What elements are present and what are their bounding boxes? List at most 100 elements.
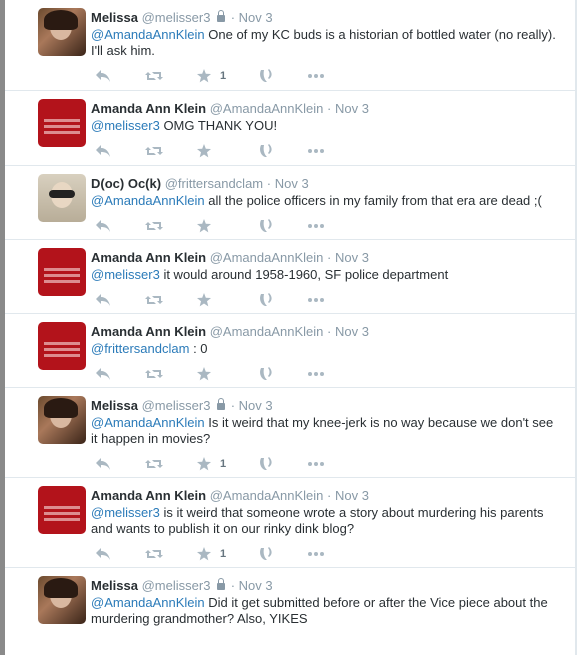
favorite-count: 1: [220, 548, 227, 561]
author-handle[interactable]: @AmandaAnnKlein: [210, 250, 324, 265]
reply-icon[interactable]: [95, 545, 111, 561]
mention-link[interactable]: @melisser3: [91, 505, 160, 520]
reply-icon[interactable]: [95, 291, 111, 307]
avatar[interactable]: [38, 8, 86, 56]
author-name[interactable]: Melissa: [91, 398, 138, 413]
reply-icon[interactable]: [95, 67, 111, 83]
tweet-body: : 0: [189, 341, 208, 356]
tweet-item[interactable]: Melissa @melisser3 · Nov 3 @AmandaAnnKle…: [5, 388, 575, 478]
vine-icon[interactable]: [259, 291, 273, 307]
mention-link[interactable]: @frittersandclam: [91, 341, 189, 356]
separator: ·: [327, 250, 332, 265]
tweet-body: it would around 1958-1960, SF police dep…: [159, 267, 449, 282]
tweet-text: @AmandaAnnKlein Is it weird that my knee…: [91, 415, 561, 447]
tweet-header: D(oc) Oc(k) @frittersandclam · Nov 3: [91, 176, 309, 191]
reply-icon[interactable]: [95, 365, 111, 381]
avatar[interactable]: [38, 174, 86, 222]
more-icon[interactable]: [307, 142, 325, 158]
timestamp[interactable]: Nov 3: [239, 398, 273, 413]
separator: ·: [266, 176, 272, 191]
vine-icon[interactable]: [259, 217, 273, 233]
retweet-icon[interactable]: [145, 217, 163, 233]
author-handle[interactable]: @AmandaAnnKlein: [210, 324, 324, 339]
vine-icon[interactable]: [259, 365, 273, 381]
more-icon[interactable]: [307, 291, 325, 307]
author-name[interactable]: Melissa: [91, 10, 138, 25]
reply-icon[interactable]: [95, 455, 111, 471]
author-name[interactable]: Amanda Ann Klein: [91, 488, 206, 503]
tweet-body: is it weird that someone wrote a story a…: [91, 505, 544, 536]
avatar[interactable]: [38, 99, 86, 147]
favorite-button[interactable]: [197, 365, 220, 381]
timestamp[interactable]: Nov 3: [275, 176, 309, 191]
tweet-item[interactable]: Amanda Ann Klein @AmandaAnnKlein · Nov 3…: [5, 478, 575, 568]
retweet-icon[interactable]: [145, 545, 163, 561]
tweet-item[interactable]: Melissa @melisser3 · Nov 3 @AmandaAnnKle…: [5, 568, 575, 655]
favorite-button[interactable]: 1: [197, 67, 226, 83]
author-handle[interactable]: @melisser3: [142, 10, 211, 25]
timestamp[interactable]: Nov 3: [335, 488, 369, 503]
mention-link[interactable]: @melisser3: [91, 118, 160, 133]
mention-link[interactable]: @AmandaAnnKlein: [91, 595, 205, 610]
timestamp[interactable]: Nov 3: [239, 10, 273, 25]
reply-icon[interactable]: [95, 217, 111, 233]
tweet-item[interactable]: Amanda Ann Klein @AmandaAnnKlein · Nov 3…: [5, 240, 575, 314]
timestamp[interactable]: Nov 3: [335, 324, 369, 339]
retweet-icon[interactable]: [145, 67, 163, 83]
reply-icon[interactable]: [95, 142, 111, 158]
author-handle[interactable]: @frittersandclam: [165, 176, 263, 191]
favorite-button[interactable]: [197, 142, 220, 158]
favorite-button[interactable]: [197, 291, 220, 307]
tweet-text: @frittersandclam : 0: [91, 341, 561, 357]
star-icon: [197, 547, 211, 561]
author-name[interactable]: D(oc) Oc(k): [91, 176, 161, 191]
avatar[interactable]: [38, 396, 86, 444]
author-handle[interactable]: @AmandaAnnKlein: [210, 101, 324, 116]
vine-icon[interactable]: [259, 142, 273, 158]
more-icon[interactable]: [307, 217, 325, 233]
more-icon[interactable]: [307, 365, 325, 381]
author-name[interactable]: Amanda Ann Klein: [91, 324, 206, 339]
author-name[interactable]: Melissa: [91, 578, 138, 593]
vine-icon[interactable]: [259, 545, 273, 561]
tweet-item[interactable]: Amanda Ann Klein @AmandaAnnKlein · Nov 3…: [5, 91, 575, 166]
author-handle[interactable]: @melisser3: [142, 398, 211, 413]
retweet-icon[interactable]: [145, 291, 163, 307]
favorite-button[interactable]: 1: [197, 545, 226, 561]
avatar[interactable]: [38, 248, 86, 296]
star-icon: [197, 69, 211, 83]
timestamp[interactable]: Nov 3: [239, 578, 273, 593]
avatar[interactable]: [38, 486, 86, 534]
tweet-header: Amanda Ann Klein @AmandaAnnKlein · Nov 3: [91, 488, 369, 503]
tweet-item[interactable]: Amanda Ann Klein @AmandaAnnKlein · Nov 3…: [5, 314, 575, 388]
separator: ·: [327, 101, 332, 116]
mention-link[interactable]: @AmandaAnnKlein: [91, 415, 205, 430]
separator: ·: [230, 398, 236, 413]
timestamp[interactable]: Nov 3: [335, 101, 369, 116]
avatar[interactable]: [38, 576, 86, 624]
avatar[interactable]: [38, 322, 86, 370]
author-name[interactable]: Amanda Ann Klein: [91, 101, 206, 116]
favorite-button[interactable]: 1: [197, 455, 226, 471]
author-handle[interactable]: @melisser3: [142, 578, 211, 593]
vine-icon[interactable]: [259, 455, 273, 471]
tweet-header: Amanda Ann Klein @AmandaAnnKlein · Nov 3: [91, 101, 369, 116]
tweet-item[interactable]: D(oc) Oc(k) @frittersandclam · Nov 3 @Am…: [5, 166, 575, 240]
author-handle[interactable]: @AmandaAnnKlein: [210, 488, 324, 503]
more-icon[interactable]: [307, 67, 325, 83]
favorite-button[interactable]: [197, 217, 220, 233]
vine-icon[interactable]: [259, 67, 273, 83]
more-icon[interactable]: [307, 545, 325, 561]
retweet-icon[interactable]: [145, 455, 163, 471]
retweet-icon[interactable]: [145, 142, 163, 158]
separator: ·: [327, 488, 332, 503]
tweet-item[interactable]: Melissa @melisser3 · Nov 3 @AmandaAnnKle…: [5, 0, 575, 91]
mention-link[interactable]: @AmandaAnnKlein: [91, 27, 205, 42]
author-name[interactable]: Amanda Ann Klein: [91, 250, 206, 265]
retweet-icon[interactable]: [145, 365, 163, 381]
lock-icon: [217, 10, 226, 22]
more-icon[interactable]: [307, 455, 325, 471]
mention-link[interactable]: @melisser3: [91, 267, 160, 282]
mention-link[interactable]: @AmandaAnnKlein: [91, 193, 205, 208]
timestamp[interactable]: Nov 3: [335, 250, 369, 265]
